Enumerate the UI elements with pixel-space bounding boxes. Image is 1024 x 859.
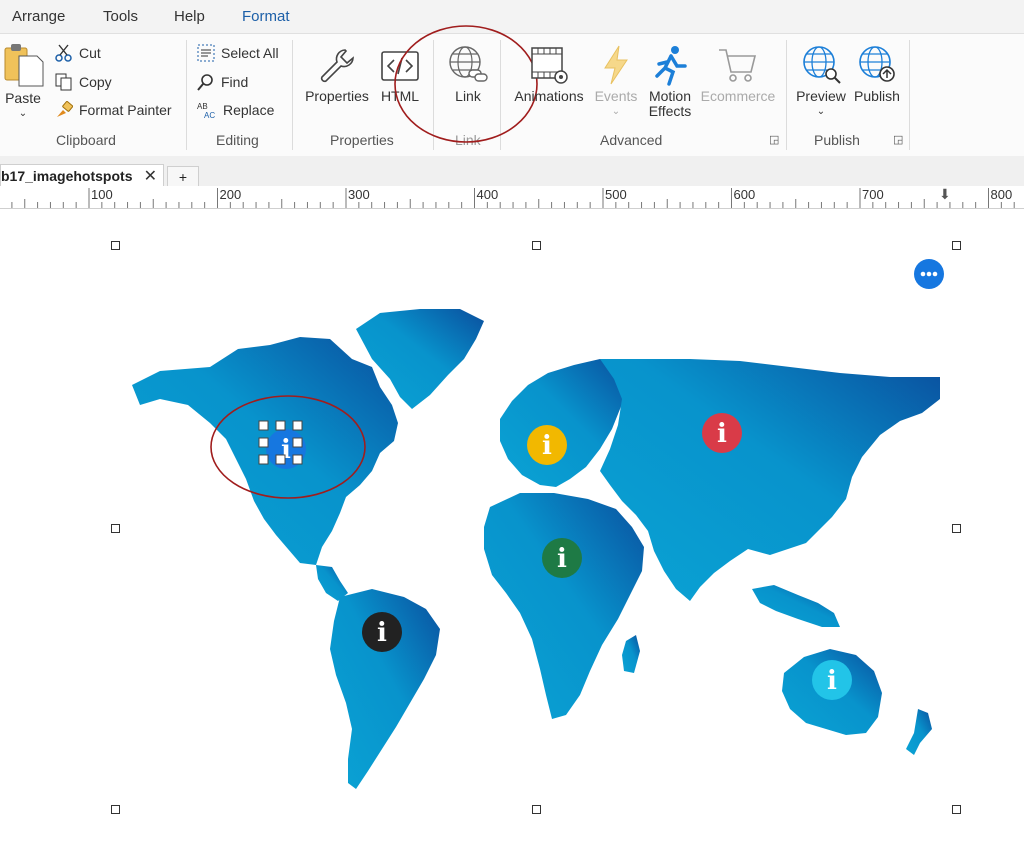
publish-label: Publish	[854, 88, 900, 104]
ecommerce-label: Ecommerce	[700, 88, 776, 104]
ruler-label: 600	[734, 187, 756, 202]
select-all-label: Select All	[221, 45, 279, 61]
copy-label: Copy	[79, 74, 112, 90]
world-map-image[interactable]	[0, 209, 1024, 859]
copy-icon	[55, 73, 72, 91]
ribbon: Paste ⌄ Cut Copy Format Painter Clipboar…	[0, 25, 1024, 157]
info-icon: i	[812, 660, 852, 700]
hotspot-asia[interactable]: i	[701, 412, 743, 454]
globe-search-icon	[803, 46, 841, 84]
select-all-icon	[197, 44, 215, 62]
lightning-icon	[604, 45, 628, 85]
svg-text:AB: AB	[197, 102, 208, 111]
ribbon-separator	[909, 40, 910, 150]
add-tab-button[interactable]: +	[167, 166, 199, 187]
page-canvas[interactable]: i i i i i i	[0, 209, 1024, 859]
info-icon: i	[542, 538, 582, 578]
properties-group-label: Properties	[330, 132, 394, 148]
ruler-ticks: 100 200 300 400 500 600 700 800	[11, 187, 1015, 208]
hotspot-australia[interactable]: i	[811, 659, 853, 701]
menu-arrange[interactable]: Arrange	[12, 8, 65, 25]
wrench-icon	[320, 49, 354, 83]
paste-icon	[4, 44, 44, 87]
motion-label-2: Effects	[648, 103, 692, 119]
events-button[interactable]: Events ⌄	[592, 44, 640, 119]
svg-text:i: i	[717, 419, 727, 449]
hotspot-europe[interactable]: i	[526, 424, 568, 466]
hotspot-selection-handles[interactable]	[256, 418, 316, 478]
chevron-down-icon: ⌄	[18, 108, 28, 119]
ruler-label: 500	[605, 187, 627, 202]
svg-text:i: i	[827, 666, 837, 696]
properties-button[interactable]: Properties	[302, 46, 372, 104]
ruler-label: 400	[477, 187, 499, 202]
format-painter-icon	[57, 101, 73, 117]
hotspot-south-america[interactable]: i	[361, 611, 403, 653]
info-icon: i	[362, 612, 402, 652]
motion-label-1: Motion	[648, 88, 692, 104]
ruler-label: 800	[991, 187, 1013, 202]
menu-tools[interactable]: Tools	[103, 8, 138, 25]
events-label: Events	[594, 88, 638, 104]
paste-label: Paste	[5, 90, 41, 106]
ruler-label: 700	[862, 187, 884, 202]
menu-help[interactable]: Help	[174, 8, 205, 25]
svg-text:AC: AC	[204, 111, 215, 119]
chevron-down-icon: ⌄	[816, 106, 826, 117]
chevron-down-icon: ⌄	[611, 106, 621, 117]
preview-button[interactable]: Preview ⌄	[794, 44, 848, 119]
replace-label: Replace	[223, 102, 275, 118]
svg-text:i: i	[542, 431, 552, 461]
ribbon-separator	[186, 40, 187, 150]
find-button[interactable]: Find	[197, 73, 248, 91]
advanced-group-label: Advanced	[600, 132, 663, 148]
document-tab[interactable]: b17_imagehotspots ✕	[0, 164, 164, 188]
advanced-dialog-launcher-icon[interactable]: ◲	[769, 133, 779, 146]
scissors-icon	[55, 44, 72, 62]
animations-label: Animations	[514, 88, 584, 104]
document-tab-bar: b17_imagehotspots ✕ +	[0, 156, 1024, 188]
shopping-cart-icon	[719, 49, 757, 82]
running-figure-icon	[655, 46, 687, 86]
search-icon	[197, 74, 213, 91]
publish-dialog-launcher-icon[interactable]: ◲	[893, 133, 903, 146]
ribbon-separator	[786, 40, 787, 150]
close-icon[interactable]: ✕	[144, 166, 157, 186]
continents	[132, 309, 940, 789]
film-gear-icon	[531, 47, 568, 84]
find-label: Find	[221, 74, 249, 90]
menu-format[interactable]: Format	[242, 8, 290, 25]
ribbon-separator	[292, 40, 293, 150]
editing-group-label: Editing	[216, 132, 259, 148]
preview-label: Preview	[796, 88, 846, 104]
replace-icon: AB AC	[197, 102, 215, 119]
motion-effects-button[interactable]: Motion Effects	[644, 44, 696, 119]
replace-button[interactable]: AB AC Replace	[197, 101, 274, 119]
properties-label: Properties	[305, 88, 369, 104]
format-painter-label: Format Painter	[79, 102, 172, 118]
ruler-indicator-icon[interactable]: ⬇	[939, 186, 951, 203]
hotspot-africa[interactable]: i	[541, 537, 583, 579]
globe-upload-icon	[859, 46, 895, 82]
cut-button[interactable]: Cut	[55, 44, 101, 62]
ruler-label: 300	[348, 187, 370, 202]
ruler-label: 200	[220, 187, 242, 202]
animations-button[interactable]: Animations	[510, 44, 588, 104]
cut-label: Cut	[79, 45, 101, 61]
info-icon: i	[702, 413, 742, 453]
document-tab-title: b17_imagehotspots	[1, 168, 133, 184]
ecommerce-button[interactable]: Ecommerce	[698, 44, 778, 104]
paste-button[interactable]: Paste ⌄	[2, 42, 44, 121]
horizontal-ruler: 100 200 300 400 500 600 700 800 ⬇	[0, 186, 1024, 209]
publish-button[interactable]: Publish	[850, 44, 904, 104]
clipboard-group-label: Clipboard	[56, 132, 116, 148]
publish-group-label: Publish	[814, 132, 860, 148]
svg-text:i: i	[377, 618, 387, 648]
copy-button[interactable]: Copy	[55, 73, 112, 91]
select-all-button[interactable]: Select All	[197, 44, 279, 62]
format-painter-button[interactable]: Format Painter	[55, 101, 172, 119]
ruler-label: 100	[91, 187, 113, 202]
svg-text:i: i	[557, 544, 567, 574]
info-icon: i	[527, 425, 567, 465]
